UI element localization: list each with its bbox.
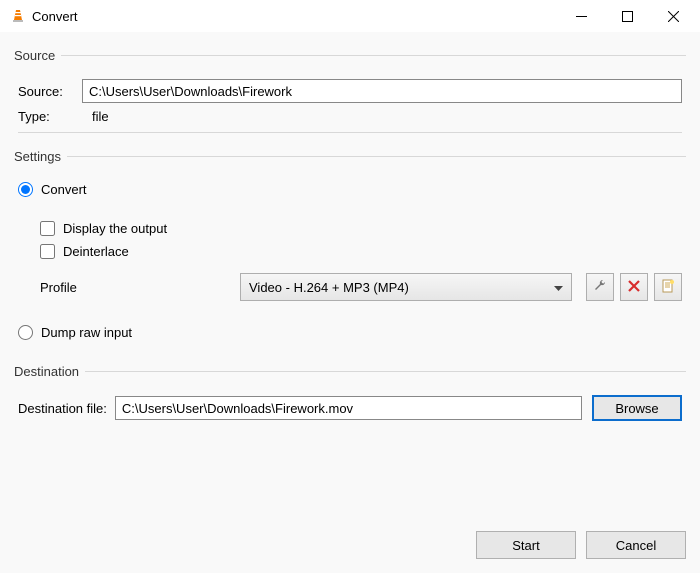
divider (18, 132, 682, 133)
deinterlace-row[interactable]: Deinterlace (40, 244, 682, 259)
source-row: Source: (18, 79, 682, 103)
window-title: Convert (32, 9, 558, 24)
deinterlace-label: Deinterlace (63, 244, 129, 259)
titlebar: Convert (0, 0, 700, 32)
convert-label: Convert (41, 182, 87, 197)
dialog-content: Source Source: Type: file Settings Conve… (0, 32, 700, 573)
display-output-label: Display the output (63, 221, 167, 236)
type-label: Type: (18, 109, 82, 124)
profile-row: Profile Video - H.264 + MP3 (MP4) (40, 273, 682, 301)
profile-value: Video - H.264 + MP3 (MP4) (249, 280, 409, 295)
convert-radio[interactable] (18, 182, 33, 197)
settings-group: Settings Convert Display the output Dein… (14, 149, 686, 356)
delete-profile-button[interactable] (620, 273, 648, 301)
minimize-button[interactable] (558, 0, 604, 32)
settings-legend: Settings (14, 149, 67, 164)
type-row: Type: file (18, 109, 682, 124)
source-label: Source: (18, 84, 82, 99)
dialog-footer: Start Cancel (14, 521, 686, 559)
destination-row: Destination file: Browse (18, 395, 682, 421)
start-button[interactable]: Start (476, 531, 576, 559)
source-input[interactable] (82, 79, 682, 103)
deinterlace-checkbox[interactable] (40, 244, 55, 259)
destination-legend: Destination (14, 364, 85, 379)
display-output-checkbox[interactable] (40, 221, 55, 236)
destination-label: Destination file: (18, 401, 107, 416)
destination-input[interactable] (115, 396, 582, 420)
type-value: file (92, 109, 109, 124)
edit-profile-button[interactable] (586, 273, 614, 301)
maximize-button[interactable] (604, 0, 650, 32)
profile-select[interactable]: Video - H.264 + MP3 (MP4) (240, 273, 572, 301)
vlc-icon (10, 8, 26, 24)
new-profile-button[interactable] (654, 273, 682, 301)
wrench-icon (593, 279, 607, 296)
convert-radio-row[interactable]: Convert (18, 182, 682, 197)
display-output-row[interactable]: Display the output (40, 221, 682, 236)
dump-radio[interactable] (18, 325, 33, 340)
destination-group: Destination Destination file: Browse (14, 364, 686, 435)
profile-label: Profile (40, 280, 240, 295)
dump-label: Dump raw input (41, 325, 132, 340)
chevron-down-icon (554, 280, 563, 295)
x-icon (628, 280, 640, 295)
dump-radio-row[interactable]: Dump raw input (18, 325, 682, 340)
source-legend: Source (14, 48, 61, 63)
new-document-icon (661, 279, 675, 296)
window-controls (558, 0, 696, 32)
browse-button[interactable]: Browse (592, 395, 682, 421)
source-group: Source Source: Type: file (14, 48, 686, 141)
cancel-button[interactable]: Cancel (586, 531, 686, 559)
close-button[interactable] (650, 0, 696, 32)
